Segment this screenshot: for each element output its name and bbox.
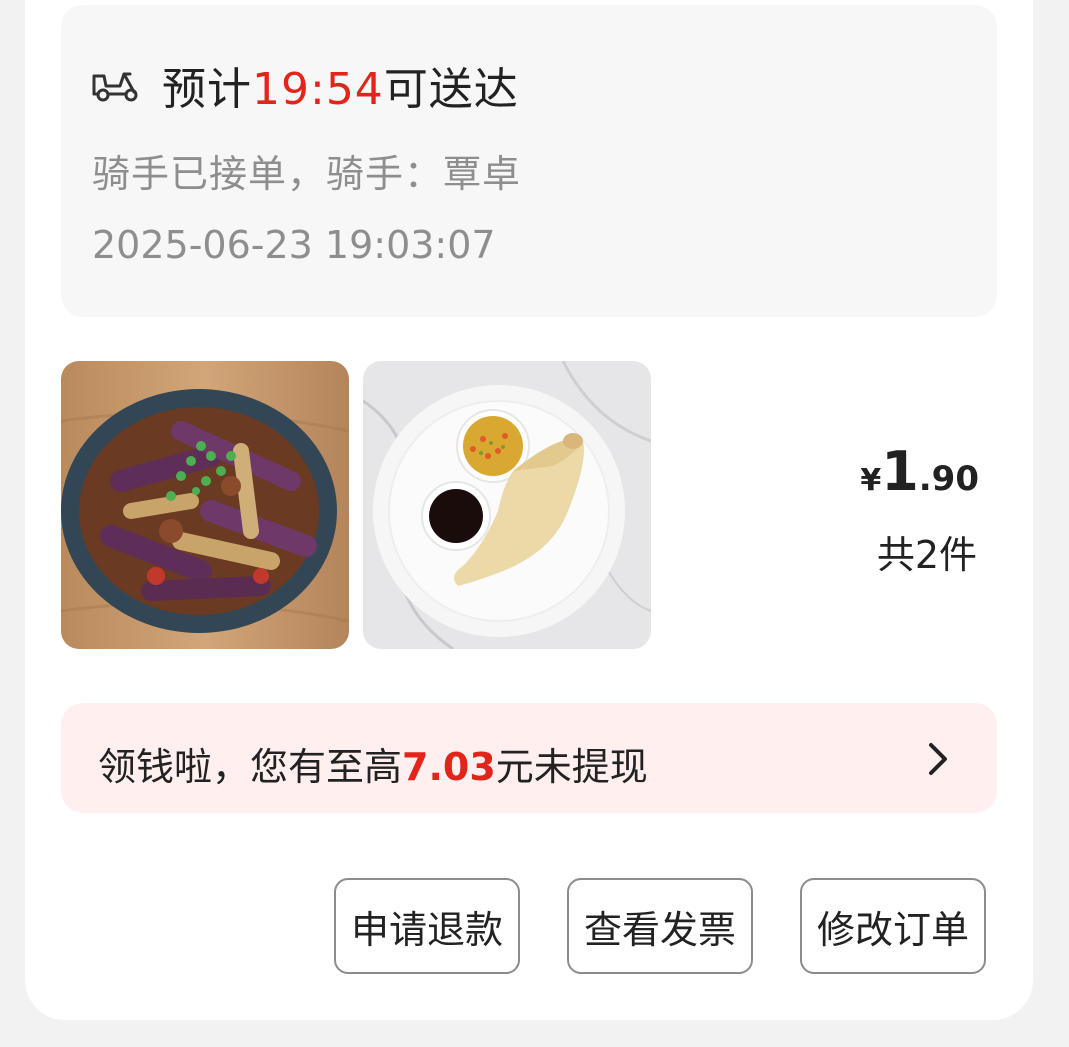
promo-text-before: 领钱啦，您有至高: [98, 745, 403, 789]
item-count: 共2件: [876, 533, 977, 577]
promo-amount: 7.03: [402, 745, 496, 789]
eta-row: 预计19:54可送达: [90, 54, 519, 116]
order-timestamp: 2025-06-23 19:03:07: [92, 223, 496, 267]
chevron-right-icon[interactable]: [927, 741, 949, 777]
eta-text: 预计19:54可送达: [162, 53, 519, 117]
order-total-price: ¥1.90: [860, 440, 979, 503]
price-currency: ¥: [860, 463, 882, 498]
cashback-promo-banner[interactable]: 领钱啦，您有至高7.03元未提现: [61, 703, 997, 813]
product-image-eggplant[interactable]: [61, 361, 349, 649]
rider-status: 骑手已接单，骑手：覃卓: [92, 152, 522, 196]
promo-text: 领钱啦，您有至高7.03元未提现: [98, 736, 648, 791]
view-invoice-button[interactable]: 查看发票: [567, 878, 753, 974]
apply-refund-button[interactable]: 申请退款: [334, 878, 520, 974]
eta-suffix: 可送达: [383, 64, 519, 115]
product-image-chicken[interactable]: [363, 361, 651, 649]
eta-prefix: 预计: [162, 64, 252, 115]
price-decimal: .90: [918, 459, 979, 499]
price-integer: 1: [881, 440, 919, 503]
modify-order-button[interactable]: 修改订单: [800, 878, 986, 974]
eta-time: 19:54: [252, 64, 384, 115]
scooter-icon: [92, 72, 138, 102]
promo-text-after: 元未提现: [495, 745, 648, 789]
